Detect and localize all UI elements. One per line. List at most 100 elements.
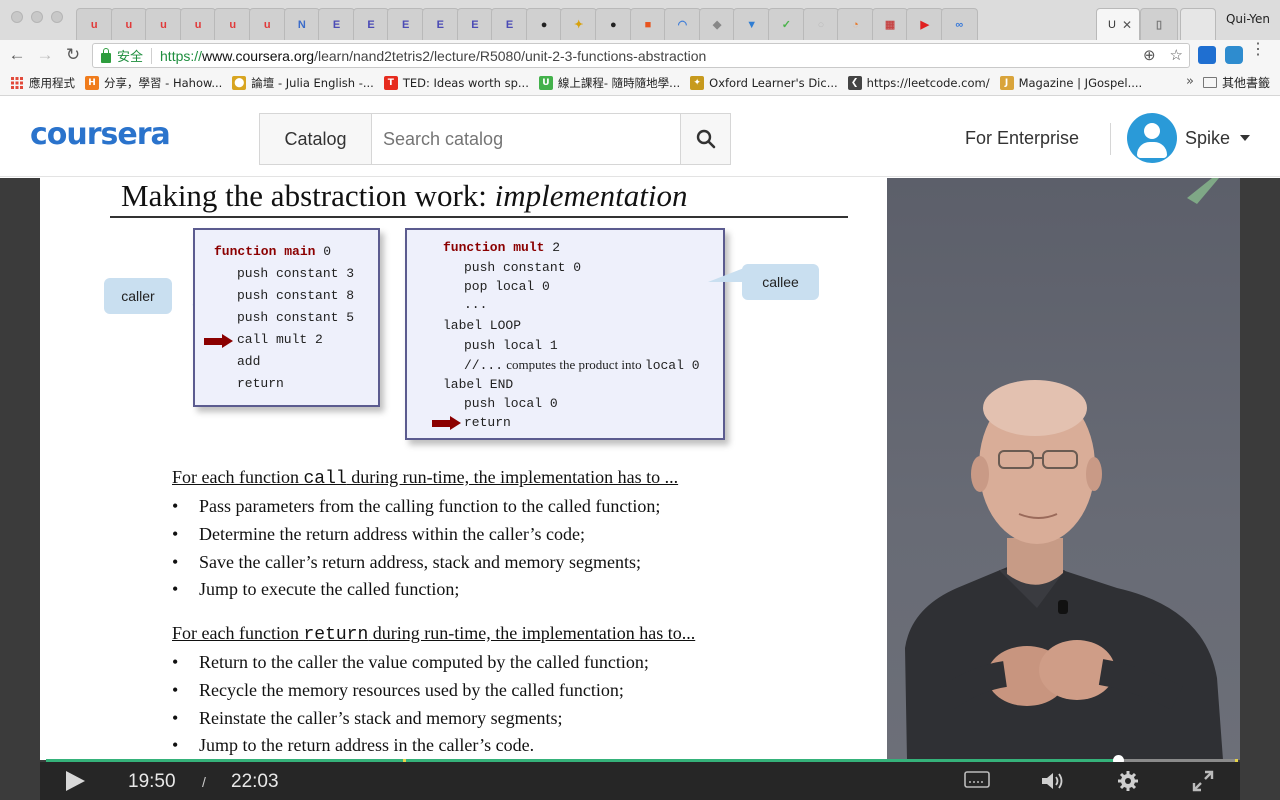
call-bullet: • Jump to execute the called function; [172, 579, 460, 599]
main-code-line: add [237, 354, 261, 369]
lock-icon [101, 47, 111, 63]
browser-tab[interactable]: ✦ [560, 8, 597, 40]
browser-tab[interactable]: u [249, 8, 286, 40]
tab-favicon-icon: ✓ [781, 19, 791, 31]
bookmark-item[interactable]: ⬤ 論壇 - Julia English -... [232, 75, 374, 91]
browser-tab[interactable]: E [422, 8, 459, 40]
search-icon [696, 129, 715, 149]
return-section-heading: For each function return during run-time… [172, 623, 696, 645]
tab-favicon-icon: ■ [644, 18, 652, 31]
folder-icon [1202, 77, 1217, 88]
current-time: 19:50 [128, 771, 176, 792]
active-tab[interactable]: U ✕ [1096, 8, 1140, 40]
other-bookmarks[interactable]: 其他書籤 [1202, 74, 1270, 91]
bookmark-label: Oxford Learner's Dic... [709, 75, 838, 90]
mult-code-header: function mult 2 [443, 240, 561, 255]
browser-tab[interactable]: E [318, 8, 355, 40]
close-tab-icon[interactable]: ✕ [1122, 18, 1132, 32]
bookmarks-bar: 應用程式 H 分享，學習 - Hahow... ⬤ 論壇 - Julia English… [0, 70, 1280, 96]
browser-tab[interactable]: ■ [629, 8, 667, 40]
other-bookmarks-label: 其他書籤 [1221, 76, 1270, 90]
browser-tab[interactable]: u [179, 8, 217, 40]
browser-tab[interactable]: ○ [802, 8, 840, 40]
browser-tab[interactable]: u [145, 8, 182, 40]
for-enterprise-link[interactable]: For Enterprise [965, 128, 1079, 149]
extension-x-icon[interactable] [1198, 46, 1216, 64]
browser-tab[interactable]: E [387, 8, 424, 40]
url-text[interactable]: https://www.coursera.org/learn/nand2tetr… [160, 48, 706, 64]
tab-favicon-icon: ○ [817, 18, 825, 31]
zoom-icon[interactable]: ⊕ [1143, 46, 1156, 64]
bookmark-item[interactable]: ❮ https://leetcode.com/ [847, 75, 990, 90]
tab-favicon-icon: u [160, 18, 167, 31]
bookmark-item[interactable]: U 線上課程- 隨時隨地學... [538, 75, 680, 91]
play-icon[interactable] [66, 771, 85, 791]
bookmark-star-icon[interactable]: ☆ [1170, 46, 1183, 64]
close-window-button[interactable] [11, 11, 23, 23]
site-header: coursera Catalog For Enterprise Spike [0, 97, 1280, 177]
new-tab-button[interactable] [1180, 8, 1216, 40]
bookmark-item[interactable]: ✦ Oxford Learner's Dic... [690, 75, 838, 90]
subtitles-icon[interactable] [964, 770, 990, 790]
browser-tab[interactable]: ∞ [941, 8, 978, 40]
browser-tab[interactable]: u [214, 8, 251, 40]
settings-gear-icon[interactable] [1117, 770, 1139, 792]
browser-tab[interactable]: N [283, 8, 321, 40]
search-button[interactable] [680, 113, 731, 165]
zoom-window-button[interactable] [51, 11, 63, 23]
bookmark-item[interactable]: J Magazine | JGospel.... [999, 75, 1142, 90]
user-avatar-icon[interactable] [1127, 113, 1177, 163]
browser-tab[interactable]: ▶ [906, 8, 943, 40]
search-catalog-input[interactable] [372, 113, 681, 165]
profile-name[interactable]: Qui-Yen [1226, 12, 1270, 26]
tab-favicon-icon: u [90, 18, 98, 31]
url-protocol: https:// [160, 47, 203, 64]
reload-icon[interactable]: ↻ [62, 44, 84, 66]
mult-code-comment: //... computes the product into local 0 [464, 357, 700, 373]
browser-menu-icon[interactable]: ⋮ [1250, 42, 1266, 58]
mult-code-line: return [464, 415, 511, 430]
browser-tab[interactable]: E [491, 8, 528, 40]
tab-favicon-icon: E [471, 18, 479, 31]
user-name[interactable]: Spike [1185, 128, 1230, 149]
browser-tab[interactable]: ● [525, 8, 563, 40]
mult-code-line: label END [443, 377, 514, 392]
chevron-down-icon[interactable] [1240, 135, 1250, 141]
blank-tab[interactable]: ▯ [1140, 8, 1178, 40]
browser-tab[interactable]: ● [595, 8, 632, 40]
fullscreen-icon[interactable] [1192, 770, 1214, 792]
more-bookmarks-icon[interactable]: » [1186, 74, 1194, 89]
bookmark-favicon-icon: T [383, 75, 398, 90]
browser-tab[interactable]: E [352, 8, 390, 40]
browser-tab[interactable]: ◆ [698, 8, 736, 40]
bookmark-favicon-icon: ⬤ [232, 75, 247, 90]
tab-favicon-icon: ◆ [712, 19, 722, 31]
catalog-button[interactable]: Catalog [259, 113, 372, 165]
bookmark-item[interactable]: H 分享，學習 - Hahow... [85, 75, 222, 91]
tab-favicon-icon: E [436, 18, 444, 31]
back-icon[interactable]: ← [6, 44, 28, 66]
bookmark-item[interactable]: 應用程式 [10, 75, 75, 91]
forward-icon[interactable]: → [34, 44, 56, 66]
coursera-logo[interactable]: coursera [30, 117, 171, 152]
extension-square-icon[interactable] [1225, 46, 1243, 64]
browser-tab[interactable]: ▦ [871, 8, 909, 40]
tab-favicon-icon: ∞ [955, 18, 964, 31]
mult-code-line: label LOOP [443, 318, 522, 333]
browser-tab[interactable]: ✓ [768, 8, 805, 40]
volume-icon[interactable] [1040, 770, 1066, 792]
browser-tab[interactable]: ▼ [733, 8, 770, 40]
header-divider [1110, 123, 1111, 155]
browser-tab[interactable]: u [76, 8, 113, 40]
bookmark-item[interactable]: T TED: Ideas worth sp... [383, 75, 529, 90]
callee-bubble: callee [742, 264, 819, 300]
bookmark-label: 分享，學習 - Hahow... [104, 75, 223, 90]
address-bar[interactable]: 安全 https://www.coursera.org/learn/nand2t… [92, 43, 1190, 68]
browser-tab[interactable]: ◔ [837, 8, 874, 40]
browser-tab[interactable]: ◠ [664, 8, 701, 40]
minimize-window-button[interactable] [31, 11, 43, 23]
tab-favicon-icon: E [505, 18, 514, 31]
call-bullet: • Pass parameters from the calling functi… [172, 496, 661, 516]
browser-tab[interactable]: u [110, 8, 148, 40]
browser-tab[interactable]: E [456, 8, 494, 40]
